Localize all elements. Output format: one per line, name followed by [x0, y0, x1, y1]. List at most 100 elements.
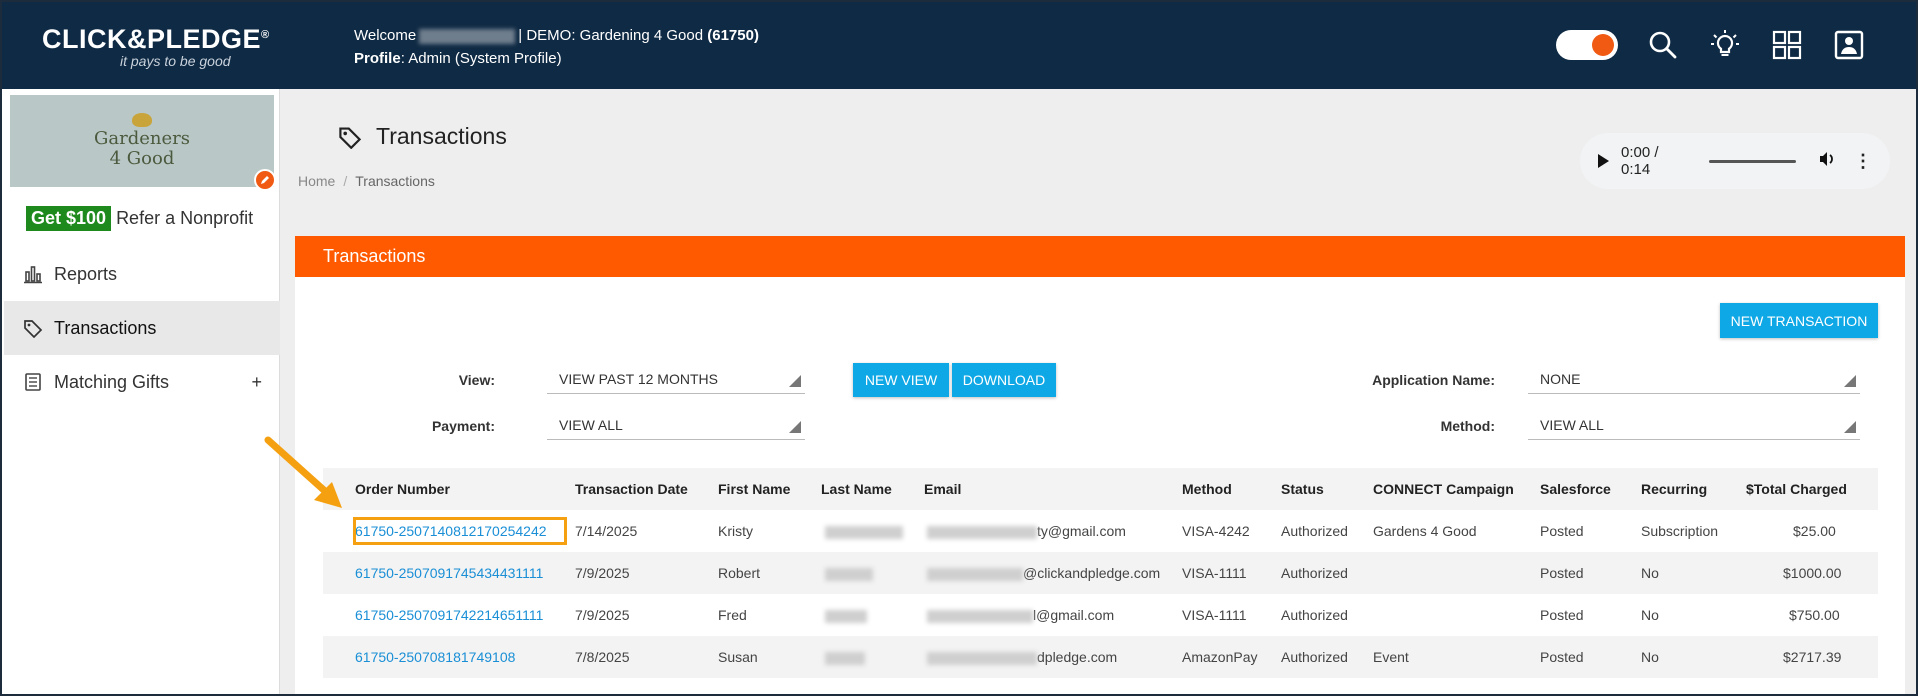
- audio-progress-bar[interactable]: [1709, 159, 1796, 163]
- salesforce-status: Posted: [1540, 565, 1584, 581]
- order-number-link[interactable]: 61750-2507091742214651111: [355, 594, 543, 636]
- col-salesforce[interactable]: Salesforce: [1540, 468, 1611, 510]
- col-first-name[interactable]: First Name: [718, 468, 790, 510]
- tag-icon: [22, 317, 44, 339]
- header-icons: [1556, 28, 1866, 62]
- transaction-date: 7/9/2025: [575, 607, 630, 623]
- view-filter-label: View:: [458, 372, 495, 388]
- order-number-link[interactable]: 61750-250708181749108: [355, 636, 515, 678]
- total-charged: $25.00: [1793, 523, 1836, 539]
- first-name: Kristy: [718, 523, 753, 539]
- total-charged: $2717.39: [1783, 649, 1842, 665]
- brand-reg: ®: [261, 29, 270, 41]
- last-name-redacted: [825, 552, 873, 594]
- table-row[interactable]: 61750-2507140812170254242 7/14/2025 Kris…: [323, 510, 1878, 552]
- order-number-link[interactable]: 61750-2507091745434431111: [355, 552, 543, 594]
- method-filter-select[interactable]: VIEW ALL: [1528, 410, 1860, 440]
- profile-label: Profile: [354, 50, 401, 67]
- transaction-date: 7/9/2025: [575, 565, 630, 581]
- top-header: CLICK&PLEDGE® it pays to be good Welcome…: [2, 2, 1916, 89]
- play-icon[interactable]: [1598, 154, 1609, 168]
- expand-plus-icon[interactable]: +: [251, 372, 262, 393]
- method: VISA-1111: [1182, 565, 1247, 581]
- col-total-charged[interactable]: $Total Charged: [1746, 468, 1847, 510]
- edit-pencil-icon[interactable]: [254, 169, 276, 191]
- breadcrumb-home[interactable]: Home: [298, 173, 335, 189]
- welcome-block: Welcome | DEMO: Gardening 4 Good (61750) …: [354, 24, 759, 70]
- table-row[interactable]: 61750-2507091742214651111 7/9/2025 Fred …: [323, 594, 1878, 636]
- last-name-redacted: [825, 594, 867, 636]
- col-last-name[interactable]: Last Name: [821, 468, 892, 510]
- sidebar-item-label: Matching Gifts: [54, 371, 170, 392]
- account-id: (61750): [707, 27, 759, 44]
- audio-player: 0:00 / 0:14 ⋮: [1580, 133, 1890, 189]
- col-connect-campaign[interactable]: CONNECT Campaign: [1373, 468, 1514, 510]
- payment-filter-select[interactable]: VIEW ALL: [547, 410, 805, 440]
- application-filter-label: Application Name:: [1372, 372, 1495, 388]
- brand-name: CLICK&PLEDGE: [42, 24, 262, 54]
- method-filter-value: VIEW ALL: [1540, 417, 1604, 433]
- dropdown-triangle-icon: [1844, 375, 1856, 387]
- campaign: Event: [1373, 649, 1409, 665]
- sidebar-item-transactions[interactable]: Transactions: [4, 301, 280, 355]
- payment-filter-label: Payment:: [431, 418, 495, 434]
- refer-nonprofit-link[interactable]: Get $100 Refer a Nonprofit: [26, 206, 253, 231]
- profile-value: : Admin (System Profile): [400, 50, 562, 67]
- transaction-date: 7/14/2025: [575, 523, 638, 539]
- download-button[interactable]: DOWNLOAD: [952, 363, 1056, 397]
- col-method[interactable]: Method: [1182, 468, 1232, 510]
- last-name-redacted: [825, 636, 865, 678]
- app-window: CLICK&PLEDGE® it pays to be good Welcome…: [0, 0, 1918, 696]
- status: Authorized: [1281, 523, 1348, 539]
- page-title-text: Transactions: [376, 123, 507, 149]
- highlight-box: [353, 517, 567, 545]
- lightbulb-icon[interactable]: [1708, 28, 1742, 62]
- redacted-username: [419, 28, 516, 44]
- breadcrumb-current: Transactions: [355, 173, 435, 189]
- col-recurring[interactable]: Recurring: [1641, 468, 1707, 510]
- total-charged: $750.00: [1789, 607, 1840, 623]
- campaign: Gardens 4 Good: [1373, 523, 1477, 539]
- application-filter-select[interactable]: NONE: [1528, 364, 1860, 394]
- col-status[interactable]: Status: [1281, 468, 1324, 510]
- email: ty@gmail.com: [927, 510, 1126, 552]
- first-name: Fred: [718, 607, 747, 623]
- transactions-panel: Transactions NEW TRANSACTION NEW VIEW DO…: [295, 236, 1905, 694]
- email-tail: ty@gmail.com: [1037, 523, 1126, 539]
- user-profile-icon[interactable]: [1832, 28, 1866, 62]
- transactions-table: Order Number Transaction Date First Name…: [323, 468, 1878, 678]
- apps-grid-icon[interactable]: [1770, 28, 1804, 62]
- new-view-button[interactable]: NEW VIEW: [853, 363, 949, 397]
- dropdown-triangle-icon: [789, 375, 801, 387]
- col-order-number[interactable]: Order Number: [355, 468, 450, 510]
- new-transaction-button[interactable]: NEW TRANSACTION: [1720, 303, 1878, 338]
- refer-text: Refer a Nonprofit: [116, 208, 254, 228]
- table-row[interactable]: 61750-2507091745434431111 7/9/2025 Rober…: [323, 552, 1878, 594]
- col-email[interactable]: Email: [924, 468, 961, 510]
- view-filter-select[interactable]: VIEW PAST 12 MONTHS: [547, 364, 805, 394]
- panel-title: Transactions: [295, 236, 1905, 277]
- dropdown-triangle-icon: [789, 421, 801, 433]
- salesforce-status: Posted: [1540, 649, 1584, 665]
- sidebar-item-matching-gifts[interactable]: Matching Gifts +: [4, 355, 280, 409]
- status: Authorized: [1281, 565, 1348, 581]
- table-row[interactable]: 61750-250708181749108 7/8/2025 Susan dpl…: [323, 636, 1878, 678]
- annotation-arrow-icon: [264, 436, 342, 508]
- clickandpledge-logo[interactable]: CLICK&PLEDGE® it pays to be good: [42, 24, 270, 69]
- status: Authorized: [1281, 607, 1348, 623]
- volume-icon[interactable]: [1818, 150, 1836, 172]
- audio-time: 0:00 / 0:14: [1621, 144, 1659, 178]
- application-filter-value: NONE: [1540, 371, 1581, 387]
- method-filter-label: Method:: [1440, 418, 1495, 434]
- recurring: No: [1641, 649, 1659, 665]
- more-options-icon[interactable]: ⋮: [1854, 151, 1872, 172]
- bar-chart-icon: [22, 263, 44, 285]
- sidebar-item-label: Reports: [54, 263, 118, 284]
- breadcrumb: Home / Transactions: [298, 173, 435, 189]
- email: l@gmail.com: [927, 594, 1114, 636]
- mode-toggle[interactable]: [1556, 30, 1618, 60]
- first-name: Robert: [718, 565, 761, 581]
- col-transaction-date[interactable]: Transaction Date: [575, 468, 688, 510]
- search-icon[interactable]: [1646, 28, 1680, 62]
- sidebar-item-reports[interactable]: Reports: [4, 247, 280, 301]
